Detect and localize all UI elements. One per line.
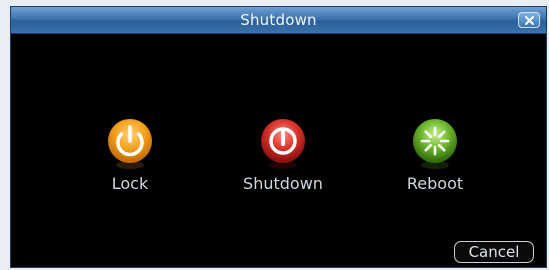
cancel-button[interactable]: Cancel: [454, 241, 534, 263]
shutdown-label: Shutdown: [243, 174, 323, 193]
shutdown-power-icon: [255, 115, 311, 171]
reboot-icon: [407, 115, 463, 171]
reboot-label: Reboot: [406, 174, 464, 193]
shutdown-button[interactable]: Shutdown: [228, 115, 338, 193]
lock-power-icon: [102, 115, 158, 171]
title-bar: Shutdown: [11, 7, 546, 34]
close-icon: [525, 16, 534, 25]
reboot-button[interactable]: Reboot: [380, 115, 490, 193]
lock-label: Lock: [111, 174, 149, 193]
close-button[interactable]: [518, 12, 540, 28]
lock-button[interactable]: Lock: [75, 115, 185, 193]
shutdown-dialog: Shutdown Lock Shutdown Reboot Cancel: [10, 6, 547, 268]
dialog-title: Shutdown: [240, 11, 317, 29]
